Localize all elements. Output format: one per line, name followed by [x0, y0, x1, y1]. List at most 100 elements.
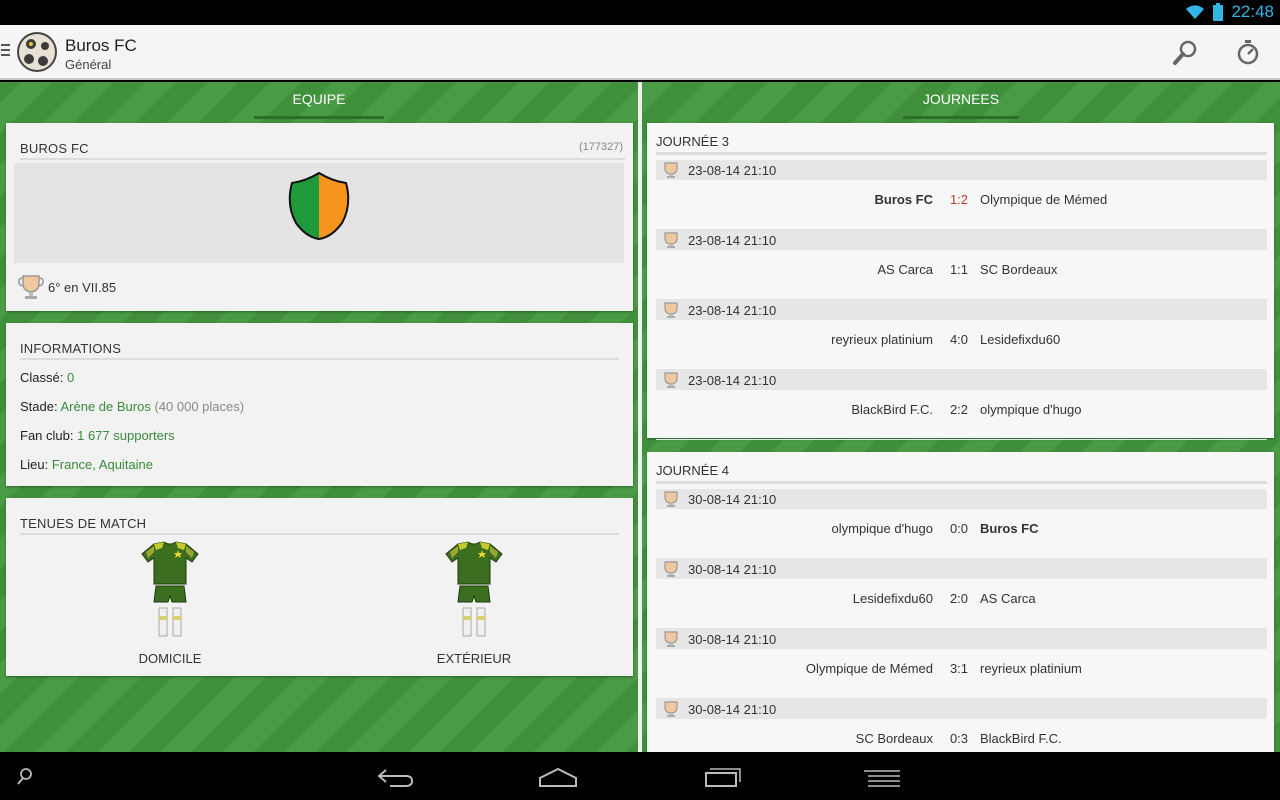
match-date: 23-08-14 21:10 [688, 302, 777, 318]
info-value[interactable]: 1 677 supporters [77, 428, 175, 443]
home-team: Lesidefixdu60 [852, 591, 933, 606]
info-value[interactable]: 0 [67, 370, 74, 385]
search-icon[interactable] [16, 767, 36, 787]
info-label: Stade: [20, 399, 58, 414]
home-icon[interactable] [538, 766, 578, 788]
away-team: Olympique de Mémed [980, 192, 1108, 207]
tab-journees-label: JOURNEES [902, 82, 1020, 119]
recents-icon[interactable] [702, 766, 742, 788]
match-score: 0:3 [949, 731, 969, 746]
match-date: 30-08-14 21:10 [688, 631, 777, 647]
match-score: 4:0 [949, 332, 969, 347]
info-label: Classé: [20, 370, 64, 385]
info-title: INFORMATIONS [20, 341, 122, 356]
nav-bar [0, 752, 1280, 800]
match-date: 23-08-14 21:10 [688, 372, 777, 388]
app-logo-icon[interactable] [16, 31, 58, 73]
info-row-classe: Classé: 0 [20, 370, 74, 385]
journee-card: JOURNÉE 3 23-08-14 21:10 Buros FC 1:2 Ol… [647, 123, 1274, 440]
match-date: 23-08-14 21:10 [688, 162, 777, 178]
team-crest-icon [288, 171, 350, 241]
team-card: BUROS FC (177327) 6° en VII.85 [6, 123, 633, 311]
back-icon[interactable] [376, 766, 416, 788]
kits-card: TENUES DE MATCH DOMICILE EXTÉRIEUR [6, 498, 633, 676]
match-score: 1:2 [949, 192, 969, 207]
match-row[interactable]: 23-08-14 21:10 Buros FC 1:2 Olympique de… [656, 160, 1267, 230]
tab-equipe[interactable]: EQUIPE [0, 82, 638, 119]
info-label: Lieu: [20, 457, 49, 472]
trophy-icon [664, 701, 678, 717]
trophy-icon [664, 561, 678, 577]
trophy-icon [664, 631, 678, 647]
trophy-icon [664, 302, 678, 318]
menu-icon[interactable] [862, 768, 902, 788]
status-time: 22:48 [1231, 2, 1274, 21]
team-pane: EQUIPE BUROS FC (177327) 6° en VII.85 IN… [0, 82, 638, 752]
match-row[interactable]: 30-08-14 21:10 Olympique de Mémed 3:1 re… [656, 629, 1267, 699]
info-label: Fan club: [20, 428, 74, 443]
team-id: (177327) [578, 141, 623, 153]
home-team: Buros FC [874, 192, 934, 207]
team-name: BUROS FC [20, 141, 89, 156]
trophy-icon [664, 491, 678, 507]
jersey-icon [141, 541, 199, 637]
match-row[interactable]: 23-08-14 21:10 AS Carca 1:1 SC Bordeaux [656, 230, 1267, 300]
journees-pane: JOURNEES JOURNÉE 3 23-08-14 21:10 Buros … [642, 82, 1280, 752]
away-team: BlackBird F.C. [980, 731, 1062, 746]
stopwatch-icon[interactable] [1233, 38, 1263, 68]
away-team: Lesidefixdu60 [980, 332, 1061, 347]
trophy-icon [664, 372, 678, 388]
tab-equipe-label: EQUIPE [254, 82, 384, 119]
away-team: reyrieux platinium [980, 661, 1082, 676]
menu-icon[interactable] [1, 44, 10, 59]
home-team: SC Bordeaux [855, 731, 933, 746]
match-score: 0:0 [949, 521, 969, 536]
match-date: 30-08-14 21:10 [688, 491, 777, 507]
home-team: BlackBird F.C. [851, 402, 933, 417]
info-value[interactable]: Arène de Buros [61, 399, 151, 414]
away-team: olympique d'hugo [980, 402, 1082, 417]
info-card: INFORMATIONS Classé: 0 Stade: Arène de B… [6, 323, 633, 486]
match-score: 3:1 [949, 661, 969, 676]
tab-journees[interactable]: JOURNEES [642, 82, 1280, 119]
team-rank: 6° en VII.85 [48, 279, 117, 295]
search-icon[interactable] [1170, 38, 1200, 68]
home-team: Olympique de Mémed [805, 661, 933, 676]
trophy-icon [664, 232, 678, 248]
status-bar: 22:48 [0, 0, 1280, 25]
wifi-icon [1186, 5, 1205, 19]
journee-title: JOURNÉE 3 [656, 134, 729, 149]
home-team: AS Carca [877, 262, 933, 277]
match-date: 23-08-14 21:10 [688, 232, 777, 248]
rank-row: 6° en VII.85 [18, 273, 116, 301]
home-kit-label: DOMICILE [138, 651, 202, 666]
info-row-lieu: Lieu: France, Aquitaine [20, 457, 153, 472]
match-score: 2:2 [949, 402, 969, 417]
away-kit[interactable]: EXTÉRIEUR [429, 540, 519, 666]
trophy-icon [18, 275, 44, 299]
match-row[interactable]: 30-08-14 21:10 Lesidefixdu60 2:0 AS Carc… [656, 559, 1267, 629]
match-row[interactable]: 30-08-14 21:10 SC Bordeaux 0:3 BlackBird… [656, 699, 1267, 752]
match-score: 1:1 [949, 262, 969, 277]
away-team: SC Bordeaux [980, 262, 1058, 277]
match-score: 2:0 [949, 591, 969, 606]
home-team: olympique d'hugo [831, 521, 934, 536]
match-row[interactable]: 23-08-14 21:10 BlackBird F.C. 2:2 olympi… [656, 370, 1267, 440]
journee-card: JOURNÉE 4 30-08-14 21:10 olympique d'hug… [647, 452, 1274, 752]
battery-icon [1213, 3, 1224, 21]
main-content: EQUIPE BUROS FC (177327) 6° en VII.85 IN… [0, 82, 1280, 752]
match-date: 30-08-14 21:10 [688, 701, 777, 717]
match-row[interactable]: 30-08-14 21:10 olympique d'hugo 0:0 Buro… [656, 489, 1267, 559]
away-kit-label: EXTÉRIEUR [436, 651, 512, 666]
trophy-icon [664, 162, 678, 178]
info-row-stade: Stade: Arène de Buros (40 000 places) [20, 399, 244, 414]
kits-title: TENUES DE MATCH [20, 516, 147, 531]
info-value[interactable]: France, Aquitaine [52, 457, 153, 472]
journee-title: JOURNÉE 4 [656, 463, 729, 478]
app-title: Buros FC [65, 36, 137, 55]
jersey-icon [445, 541, 503, 637]
match-date: 30-08-14 21:10 [688, 561, 777, 577]
match-row[interactable]: 23-08-14 21:10 reyrieux platinium 4:0 Le… [656, 300, 1267, 370]
home-kit[interactable]: DOMICILE [130, 540, 210, 666]
info-row-fanclub: Fan club: 1 677 supporters [20, 428, 175, 443]
